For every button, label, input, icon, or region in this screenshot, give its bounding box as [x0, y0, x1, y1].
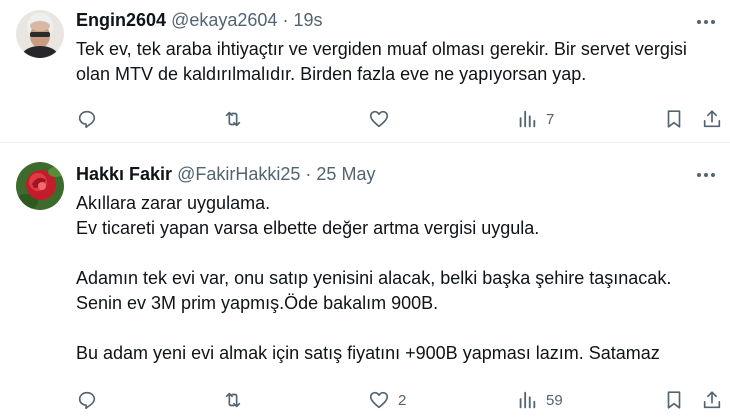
share-button[interactable]: [701, 385, 723, 415]
heart-icon: [369, 110, 389, 128]
tweet-engin2604[interactable]: Engin2604 @ekaya2604 · 19s Tek ev, tek a…: [0, 0, 730, 143]
avatar-fakirhakki25-image: [16, 162, 64, 210]
reply-button[interactable]: [76, 385, 106, 415]
separator-dot: ·: [282, 10, 289, 30]
tweet-text-line: Adamın tek evi var, onu satıp yenisini a…: [76, 268, 672, 288]
bookmark-button[interactable]: [663, 385, 685, 415]
tweet-header: Hakkı Fakir @FakirHakki25 · 25 May: [76, 162, 375, 186]
tweet-text-line: Bu adam yeni evi almak için satış fiyatı…: [76, 343, 660, 363]
avatar[interactable]: [16, 10, 64, 58]
tweet-text-line: Tek ev, tek araba ihtiyaçtır ve vergiden…: [76, 39, 687, 59]
more-horizontal-icon: [697, 20, 715, 24]
avatar[interactable]: [16, 162, 64, 210]
tweet-text: Akıllara zarar uygulama. Ev ticareti yap…: [76, 191, 671, 366]
like-button[interactable]: 2: [368, 385, 406, 415]
avatar-engin2604-image: [16, 10, 64, 58]
tweet-actions: 7: [60, 104, 730, 134]
share-button[interactable]: [701, 104, 723, 134]
share-upload-icon: [703, 391, 721, 409]
reply-bubble-icon: [78, 110, 96, 129]
separator-dot: ·: [305, 164, 312, 184]
author-handle[interactable]: @FakirHakki25: [177, 164, 300, 184]
repost-button[interactable]: [222, 104, 252, 134]
bookmark-icon: [667, 110, 681, 128]
more-options-button[interactable]: [694, 163, 718, 187]
like-count: 2: [398, 391, 407, 409]
bookmark-button[interactable]: [663, 104, 685, 134]
repost-arrows-icon: [225, 111, 241, 127]
repost-arrows-icon: [225, 392, 241, 408]
tweet-fakirhakki25[interactable]: Hakkı Fakir @FakirHakki25 · 25 May Akıll…: [0, 150, 730, 420]
views-bar-chart-icon: [519, 391, 536, 409]
tweet-text-line: Akıllara zarar uygulama.: [76, 193, 271, 213]
tweet-text-line: Ev ticareti yapan varsa elbette değer ar…: [76, 218, 540, 238]
author-handle[interactable]: @ekaya2604: [171, 10, 277, 30]
repost-button[interactable]: [222, 385, 252, 415]
views-button[interactable]: 7: [516, 104, 554, 134]
tweet-header: Engin2604 @ekaya2604 · 19s: [76, 8, 322, 32]
reply-bubble-icon: [78, 391, 96, 410]
tweet-text: Tek ev, tek araba ihtiyaçtır ve vergiden…: [76, 37, 687, 87]
views-bar-chart-icon: [519, 110, 536, 128]
author-name[interactable]: Hakkı Fakir: [76, 164, 172, 184]
view-count: 59: [546, 391, 563, 409]
tweet-actions: 2 59: [60, 385, 730, 415]
heart-icon: [369, 391, 389, 409]
tweet-text-line: olan MTV de kaldırılmalıdır. Birden fazl…: [76, 64, 587, 84]
share-upload-icon: [703, 110, 721, 128]
like-button[interactable]: [368, 104, 398, 134]
reply-button[interactable]: [76, 104, 106, 134]
more-options-button[interactable]: [694, 10, 718, 34]
views-button[interactable]: 59: [516, 385, 563, 415]
author-name[interactable]: Engin2604: [76, 10, 166, 30]
tweet-timestamp[interactable]: 19s: [293, 10, 322, 30]
bookmark-icon: [667, 391, 681, 409]
tweet-timestamp[interactable]: 25 May: [316, 164, 375, 184]
tweet-text-line: Senin ev 3M prim yapmış.Öde bakalım 900B…: [76, 293, 439, 313]
view-count: 7: [546, 110, 555, 128]
more-horizontal-icon: [697, 173, 715, 177]
